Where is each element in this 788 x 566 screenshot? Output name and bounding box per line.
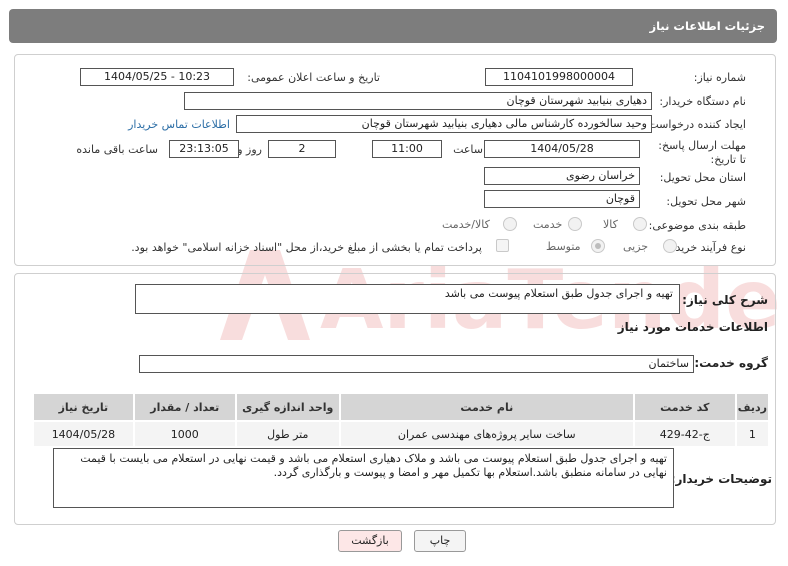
category-service-label: خدمت bbox=[533, 218, 563, 231]
buyer-notes-field: تهیه و اجرای جدول طبق استعلام پیوست می ب… bbox=[53, 448, 674, 508]
remaining-label: ساعت باقی مانده bbox=[76, 143, 158, 156]
buyer-org-label: نام دستگاه خریدار: bbox=[659, 95, 746, 108]
services-table: ردیف کد خدمت نام خدمت واحد اندازه گیری ت… bbox=[32, 392, 771, 448]
cell-service-code: ج-42-429 bbox=[632, 420, 737, 448]
col-unit: واحد اندازه گیری bbox=[234, 392, 341, 422]
category-service-radio[interactable] bbox=[568, 217, 582, 231]
cell-need-date: 1404/05/28 bbox=[32, 420, 135, 448]
need-summary-text: تهیه و اجرای جدول طبق استعلام پیوست می ب… bbox=[444, 287, 673, 300]
col-service-code: کد خدمت bbox=[632, 392, 737, 422]
process-minor-label: جزیی bbox=[623, 240, 649, 253]
buyer-contact-link[interactable]: اطلاعات تماس خریدار bbox=[128, 118, 230, 131]
services-title: اطلاعات خدمات مورد نیاز bbox=[617, 320, 768, 334]
days-label: روز و bbox=[237, 143, 262, 156]
page-header: جزئیات اطلاعات نیاز bbox=[9, 9, 777, 43]
category-goods-service-radio[interactable] bbox=[503, 217, 517, 231]
need-number-field: 1104101998000004 bbox=[485, 68, 633, 86]
announce-field: 1404/05/25 - 10:23 bbox=[80, 68, 234, 86]
col-need-date: تاریخ نیاز bbox=[32, 392, 135, 422]
category-goods-label: کالا bbox=[603, 218, 618, 231]
process-medium-label: متوسط bbox=[546, 240, 581, 253]
province-label: استان محل تحویل: bbox=[659, 171, 746, 184]
city-label: شهر محل تحویل: bbox=[666, 195, 746, 208]
deadline-time-label: ساعت bbox=[453, 143, 483, 156]
col-service-name: نام خدمت bbox=[338, 392, 635, 422]
need-summary-label: شرح کلی نیاز: bbox=[682, 293, 768, 307]
creator-label: ایجاد کننده درخواست: bbox=[644, 118, 746, 131]
need-summary-field: تهیه و اجرای جدول طبق استعلام پیوست می ب… bbox=[135, 284, 680, 314]
city-field: قوچان bbox=[484, 190, 640, 208]
col-row: ردیف bbox=[734, 392, 771, 422]
cell-unit: متر طول bbox=[234, 420, 341, 448]
treasury-checkbox[interactable] bbox=[496, 239, 509, 252]
col-quantity: تعداد / مقدار bbox=[132, 392, 237, 422]
table-row: 1 ج-42-429 ساخت سایر پروژه‌های مهندسی عم… bbox=[32, 420, 771, 448]
creator-field: وحید سالخورده کارشناس مالی دهیاری بنیابی… bbox=[236, 115, 652, 133]
cell-row: 1 bbox=[734, 420, 771, 448]
announce-label: تاریخ و ساعت اعلان عمومی: bbox=[247, 71, 380, 84]
days-field: 2 bbox=[268, 140, 336, 158]
remaining-time-field: 23:13:05 bbox=[169, 140, 239, 158]
category-goods-service-label: کالا/خدمت bbox=[442, 218, 490, 231]
buyer-notes-label: توضیحات خریدار: bbox=[670, 472, 772, 486]
print-button[interactable]: چاپ bbox=[414, 530, 466, 552]
province-field: خراسان رضوی bbox=[484, 167, 640, 185]
buyer-org-field: دهیاری بنیابید شهرستان قوچان bbox=[184, 92, 652, 110]
service-group-label: گروه خدمت: bbox=[694, 356, 768, 370]
back-button[interactable]: بازگشت bbox=[338, 530, 402, 552]
deadline-label: مهلت ارسال پاسخ: تا تاریخ: bbox=[658, 139, 746, 166]
deadline-date-field: 1404/05/28 bbox=[484, 140, 640, 158]
buyer-notes-text: تهیه و اجرای جدول طبق استعلام پیوست می ب… bbox=[80, 452, 667, 479]
category-goods-radio[interactable] bbox=[633, 217, 647, 231]
cell-quantity: 1000 bbox=[132, 420, 237, 448]
need-number-label: شماره نیاز: bbox=[693, 71, 746, 84]
deadline-time-field: 11:00 bbox=[372, 140, 442, 158]
service-group-field: ساختمان bbox=[139, 355, 694, 373]
announce-value: 1404/05/25 - 10:23 bbox=[103, 70, 211, 83]
cell-service-name: ساخت سایر پروژه‌های مهندسی عمران bbox=[338, 420, 635, 448]
process-label: نوع فرآیند خرید : bbox=[668, 241, 746, 254]
process-minor-radio[interactable] bbox=[663, 239, 677, 253]
process-medium-radio[interactable] bbox=[591, 239, 605, 253]
payment-note: پرداخت تمام یا بخشی از مبلغ خرید،از محل … bbox=[131, 241, 482, 254]
page-title: جزئیات اطلاعات نیاز bbox=[649, 19, 765, 33]
category-label: طبقه بندی موضوعی: bbox=[648, 219, 746, 232]
